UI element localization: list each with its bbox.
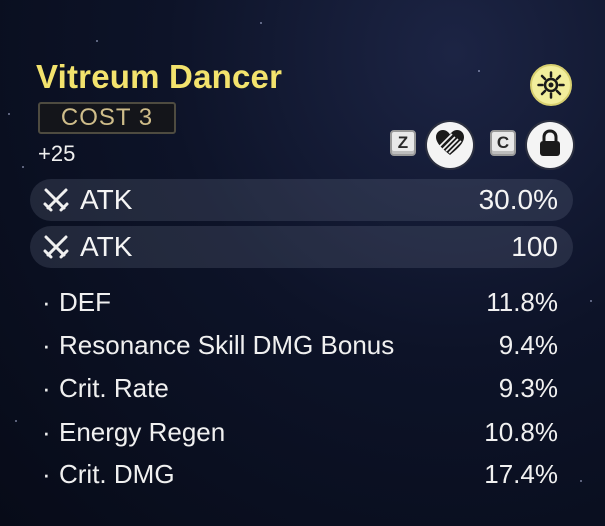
main-stat-row: ATK 30.0% bbox=[30, 179, 573, 221]
sub-stat-bullet: · bbox=[42, 373, 51, 403]
sub-stat-name: DEF bbox=[59, 287, 111, 317]
cost-badge: COST 3 bbox=[38, 102, 176, 134]
lock-hotkey: C bbox=[490, 130, 516, 156]
echo-level: +25 bbox=[38, 141, 76, 166]
sub-stat-value: 9.4% bbox=[498, 330, 558, 360]
sub-stat-bullet: · bbox=[42, 459, 51, 489]
sub-stat-row: · Crit. Rate 9.3% bbox=[42, 373, 558, 407]
sub-stat-bullet: · bbox=[42, 417, 51, 447]
main-stat-value: 30.0% bbox=[478, 184, 558, 215]
echo-name: Vitreum Dancer bbox=[36, 58, 283, 95]
sub-stat-name: Energy Regen bbox=[59, 417, 226, 447]
sub-stat-name: Resonance Skill DMG Bonus bbox=[59, 330, 395, 360]
sub-stat-value: 9.3% bbox=[498, 373, 558, 403]
lock-icon bbox=[538, 128, 562, 162]
main-stat-name: ATK bbox=[80, 231, 133, 262]
sub-stat-row: · Resonance Skill DMG Bonus 9.4% bbox=[42, 330, 558, 364]
sub-stat-value: 11.8% bbox=[486, 287, 558, 317]
lock-button[interactable] bbox=[527, 122, 573, 168]
discard-button[interactable] bbox=[427, 122, 473, 168]
main-stat-row: ATK 100 bbox=[30, 226, 573, 268]
sub-stat-row: · Crit. DMG 17.4% bbox=[42, 459, 558, 493]
sonata-sun-icon[interactable] bbox=[530, 64, 572, 106]
sub-stat-row: · DEF 11.8% bbox=[42, 287, 558, 321]
sword-cross-icon bbox=[42, 186, 70, 219]
sword-cross-icon bbox=[42, 233, 70, 266]
discard-hotkey: Z bbox=[390, 130, 416, 156]
sub-stat-row: · Energy Regen 10.8% bbox=[42, 417, 558, 451]
main-stat-value: 100 bbox=[511, 231, 558, 262]
sub-stat-value: 17.4% bbox=[484, 459, 558, 489]
sub-stat-value: 10.8% bbox=[484, 417, 558, 447]
sub-stat-bullet: · bbox=[42, 287, 51, 317]
sub-stat-name: Crit. DMG bbox=[59, 459, 175, 489]
sub-stat-bullet: · bbox=[42, 330, 51, 360]
main-stat-name: ATK bbox=[80, 184, 133, 215]
sub-stat-name: Crit. Rate bbox=[59, 373, 169, 403]
heart-discard-icon bbox=[435, 129, 465, 162]
